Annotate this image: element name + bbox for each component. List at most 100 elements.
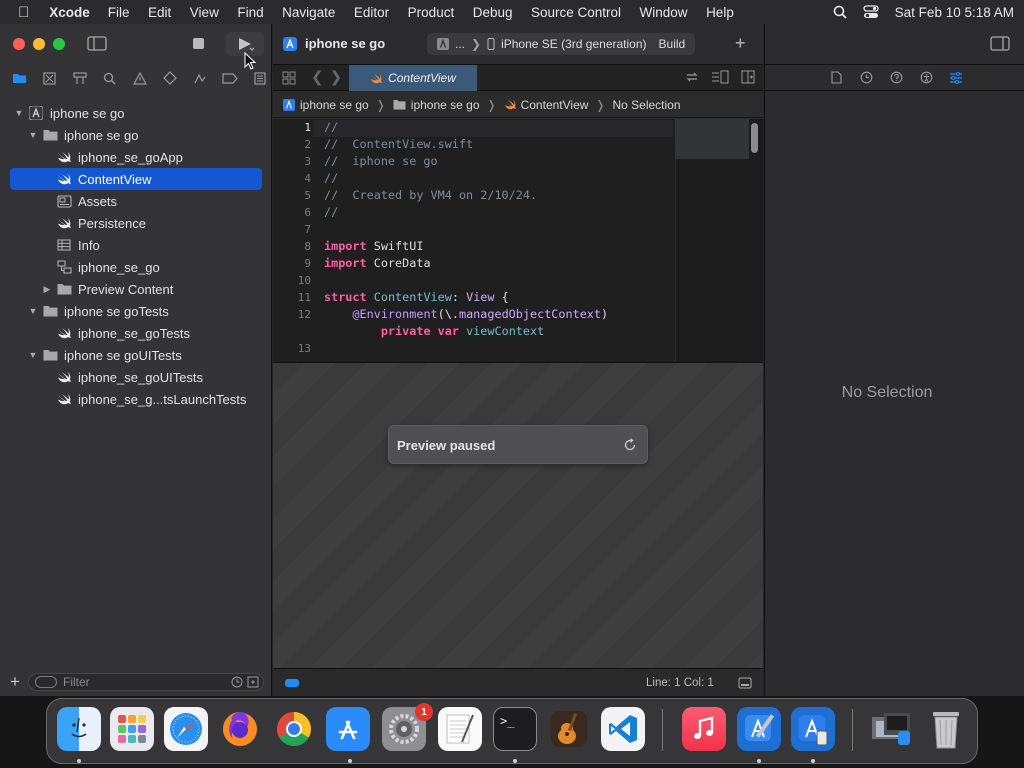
menu-edit[interactable]: Edit: [148, 5, 171, 20]
menu-file[interactable]: File: [108, 5, 130, 20]
app-store-app-icon[interactable]: [326, 707, 370, 751]
menu-view[interactable]: View: [190, 5, 219, 20]
xcode-app-icon[interactable]: [737, 707, 781, 751]
file-tree-row[interactable]: Persistence: [10, 212, 262, 234]
related-items-icon[interactable]: [282, 71, 296, 88]
refresh-icon[interactable]: [623, 438, 637, 455]
file-tree-row[interactable]: Info: [10, 234, 262, 256]
issue-navigator-tab-icon[interactable]: [129, 69, 150, 87]
file-tree-row[interactable]: ContentView: [10, 168, 262, 190]
safari-app-icon[interactable]: [164, 707, 208, 751]
minimap-viewport[interactable]: [675, 119, 749, 159]
history-navigation-icons[interactable]: ❮❯: [311, 68, 348, 86]
code-line[interactable]: // iphone se go: [324, 154, 438, 168]
quick-help-icon[interactable]: [888, 70, 904, 86]
accessibility-inspector-icon[interactable]: [918, 70, 934, 86]
simulator-app-icon[interactable]: [791, 707, 835, 751]
filter-options-icon[interactable]: [35, 676, 57, 688]
project-navigator-tab-icon[interactable]: [9, 69, 30, 87]
swap-icon[interactable]: [685, 70, 699, 84]
menu-source-control[interactable]: Source Control: [531, 5, 621, 20]
code-line[interactable]: // ContentView.swift: [324, 137, 473, 151]
find-navigator-tab-icon[interactable]: [99, 69, 120, 87]
editor-scrollbar[interactable]: [751, 123, 758, 153]
stop-button[interactable]: [193, 38, 204, 49]
file-tree-row[interactable]: iphone_se_go: [10, 256, 262, 278]
debug-navigator-tab-icon[interactable]: [189, 69, 210, 87]
toggle-inspector-icon[interactable]: [990, 36, 1010, 54]
symbol-navigator-tab-icon[interactable]: [69, 69, 90, 87]
canvas-toggle-icon[interactable]: [738, 677, 752, 692]
disclosure-open-icon[interactable]: ▼: [28, 350, 38, 360]
history-inspector-icon[interactable]: [858, 70, 874, 86]
downloads-stack-icon[interactable]: [870, 707, 914, 751]
window-zoom-button[interactable]: [53, 38, 65, 50]
file-tree-row[interactable]: iphone_se_goApp: [10, 146, 262, 168]
firefox-app-icon[interactable]: [218, 707, 262, 751]
code-line[interactable]: //: [324, 120, 338, 134]
source-control-tab-icon[interactable]: [39, 69, 60, 87]
menu-app-name[interactable]: Xcode: [49, 5, 90, 20]
report-navigator-tab-icon[interactable]: [249, 69, 270, 87]
code-line[interactable]: // Created by VM4 on 2/10/24.: [324, 188, 537, 202]
scheme-selector[interactable]: ... ❯ iPhone SE (3rd generation) Build: [427, 33, 696, 55]
debug-area-toggle-icon[interactable]: [285, 679, 299, 687]
textedit-app-icon[interactable]: [438, 707, 482, 751]
breadcrumb-project[interactable]: iphone se go: [300, 98, 369, 112]
vscode-app-icon[interactable]: [601, 707, 645, 751]
finder-app-icon[interactable]: [57, 707, 101, 751]
music-app-icon[interactable]: [682, 707, 726, 751]
file-tree-row[interactable]: ▶ Preview Content: [10, 278, 262, 300]
file-tree-row[interactable]: ▼ iphone se go: [10, 102, 262, 124]
code-line[interactable]: import SwiftUI: [324, 239, 423, 253]
menubar-clock[interactable]: Sat Feb 10 5:18 AM: [895, 5, 1014, 20]
file-tree-row[interactable]: Assets: [10, 190, 262, 212]
terminal-app-icon[interactable]: >_: [493, 707, 537, 751]
menu-navigate[interactable]: Navigate: [282, 5, 335, 20]
breakpoint-navigator-tab-icon[interactable]: [219, 69, 240, 87]
code-line[interactable]: @Environment(\.managedObjectContext): [324, 307, 608, 321]
project-title[interactable]: iphone se go: [283, 36, 385, 51]
menu-find[interactable]: Find: [237, 5, 263, 20]
source-editor[interactable]: 1 2 3 4 5 6 7 8 9 10 11 12 13 //// ContentView.swift…: [273, 119, 763, 362]
toggle-navigator-icon[interactable]: [87, 36, 107, 54]
breadcrumb-group[interactable]: iphone se go: [411, 98, 480, 112]
launchpad-app-icon[interactable]: [110, 707, 154, 751]
disclosure-open-icon[interactable]: ▼: [14, 108, 24, 118]
control-center-icon[interactable]: [863, 5, 879, 19]
file-tree-row[interactable]: ▼ iphone se go: [10, 124, 262, 146]
code-line[interactable]: struct ContentView: View {: [324, 290, 509, 304]
code-line[interactable]: //: [324, 205, 338, 219]
editor-tab-contentview[interactable]: ContentView: [349, 65, 477, 91]
navigator-filter-input[interactable]: Filter: [28, 673, 264, 691]
code-line[interactable]: private var viewContext: [324, 324, 544, 338]
editor-options-icon[interactable]: [711, 70, 729, 84]
add-file-icon[interactable]: +: [10, 672, 20, 692]
test-navigator-tab-icon[interactable]: [159, 69, 180, 87]
file-inspector-icon[interactable]: [828, 70, 844, 86]
file-tree-row[interactable]: iphone_se_goTests: [10, 322, 262, 344]
menu-editor[interactable]: Editor: [354, 5, 389, 20]
add-editor-icon[interactable]: +: [735, 33, 746, 54]
split-editor-icon[interactable]: [741, 70, 755, 84]
menu-window[interactable]: Window: [640, 5, 688, 20]
recent-files-icon[interactable]: [231, 676, 243, 688]
file-tree-row[interactable]: ▼ iphone se goTests: [10, 300, 262, 322]
window-close-button[interactable]: [13, 38, 25, 50]
chrome-app-icon[interactable]: [272, 707, 316, 751]
run-destination[interactable]: iPhone SE (3rd generation): [501, 37, 646, 51]
file-tree-row[interactable]: iphone_se_goUITests: [10, 366, 262, 388]
disclosure-closed-icon[interactable]: ▶: [42, 284, 52, 295]
breadcrumb-file[interactable]: ContentView: [521, 98, 589, 112]
apple-menu-icon[interactable]: : [18, 4, 29, 21]
menu-product[interactable]: Product: [408, 5, 455, 20]
menu-debug[interactable]: Debug: [473, 5, 513, 20]
file-tree-row[interactable]: ▼ iphone se goUITests: [10, 344, 262, 366]
trash-icon[interactable]: [924, 707, 968, 751]
attributes-inspector-icon[interactable]: [948, 70, 964, 86]
file-tree-row[interactable]: iphone_se_g...tsLaunchTests: [10, 388, 262, 410]
spotlight-search-icon[interactable]: [833, 5, 847, 19]
garageband-app-icon[interactable]: [547, 707, 591, 751]
disclosure-open-icon[interactable]: ▼: [28, 306, 38, 316]
code-line[interactable]: //: [324, 171, 338, 185]
